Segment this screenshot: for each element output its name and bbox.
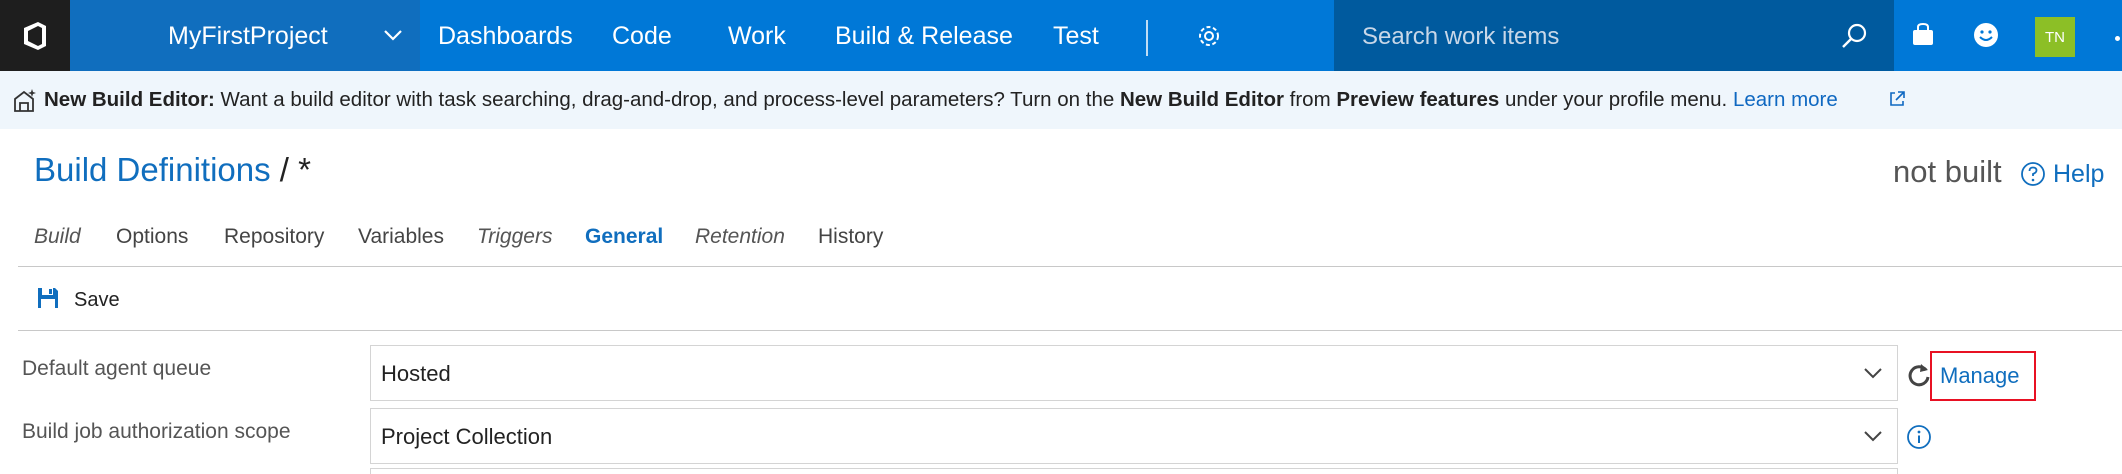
preview-feature-icon — [12, 87, 38, 118]
banner-bold-1: New Build Editor — [1119, 88, 1284, 111]
nav-build-release[interactable]: Build & Release — [835, 22, 1013, 51]
manage-link[interactable]: Manage — [1940, 363, 2020, 389]
tab-variables[interactable]: Variables — [358, 225, 444, 249]
auth-scope-select[interactable]: Project Collection — [370, 408, 1898, 464]
save-label: Save — [74, 288, 120, 311]
nav-test[interactable]: Test — [1053, 22, 1099, 51]
tab-build[interactable]: Build — [34, 225, 81, 249]
auth-scope-value: Project Collection — [381, 424, 553, 449]
tab-general[interactable]: General — [585, 225, 663, 249]
next-field-partial — [370, 468, 1898, 474]
agent-queue-select[interactable]: Hosted — [370, 345, 1898, 401]
build-status: not built — [1893, 154, 2002, 189]
info-icon[interactable] — [1906, 424, 1932, 455]
nav-code[interactable]: Code — [612, 22, 672, 51]
breadcrumb: Build Definitions / * — [34, 151, 311, 189]
save-button[interactable]: Save — [36, 285, 120, 315]
vsts-logo-icon[interactable] — [0, 0, 70, 71]
breadcrumb-build-definitions[interactable]: Build Definitions — [34, 151, 271, 188]
tab-repository[interactable]: Repository — [224, 225, 324, 249]
help-icon[interactable] — [2020, 161, 2046, 192]
tab-retention[interactable]: Retention — [695, 225, 785, 249]
agent-queue-value: Hosted — [381, 361, 451, 386]
search-box[interactable]: Search work items — [1334, 0, 1894, 71]
banner-bold-2: Preview features — [1336, 88, 1500, 111]
help-link[interactable]: Help — [2053, 160, 2104, 189]
nav-dashboards[interactable]: Dashboards — [438, 22, 573, 51]
tabs-divider — [18, 266, 2122, 267]
project-name: MyFirstProject — [168, 22, 328, 50]
learn-more-link[interactable]: Learn more — [1733, 88, 1838, 111]
more-icon[interactable] — [2115, 36, 2120, 41]
agent-queue-label: Default agent queue — [22, 357, 212, 380]
tab-history[interactable]: History — [818, 225, 883, 249]
search-input[interactable]: Search work items — [1362, 23, 1559, 51]
search-icon[interactable] — [1840, 22, 1868, 55]
feedback-smiley-icon[interactable] — [1972, 21, 2000, 54]
breadcrumb-current: / * — [270, 151, 311, 188]
gear-icon[interactable] — [1195, 22, 1223, 55]
chevron-down-icon — [1863, 429, 1883, 448]
marketplace-bag-icon[interactable] — [1910, 22, 1936, 53]
save-icon — [36, 286, 60, 315]
toolbar-divider — [18, 330, 2122, 331]
banner-title: New Build Editor: — [44, 88, 215, 111]
refresh-icon[interactable] — [1906, 361, 1932, 394]
top-navigation-bar: MyFirstProject Dashboards Code Work Buil… — [0, 0, 2122, 71]
tab-triggers[interactable]: Triggers — [477, 225, 552, 249]
external-link-icon[interactable] — [1888, 90, 1906, 113]
manage-link-highlight: Manage — [1930, 351, 2036, 401]
banner-message: New Build Editor: Want a build editor wi… — [44, 88, 1838, 112]
project-selector[interactable]: MyFirstProject — [70, 0, 420, 71]
avatar[interactable]: TN — [2035, 17, 2075, 57]
auth-scope-label: Build job authorization scope — [22, 420, 291, 443]
nav-divider — [1146, 20, 1148, 56]
preview-feature-banner: New Build Editor: Want a build editor wi… — [0, 71, 2122, 129]
banner-text-2: from — [1283, 88, 1337, 111]
banner-text-1: Want a build editor with task searching,… — [214, 88, 1120, 111]
chevron-down-icon — [1863, 366, 1883, 385]
tab-options[interactable]: Options — [116, 225, 188, 249]
banner-text-3: under your profile menu. — [1499, 88, 1733, 111]
chevron-down-icon — [382, 24, 404, 51]
nav-work[interactable]: Work — [728, 22, 786, 51]
